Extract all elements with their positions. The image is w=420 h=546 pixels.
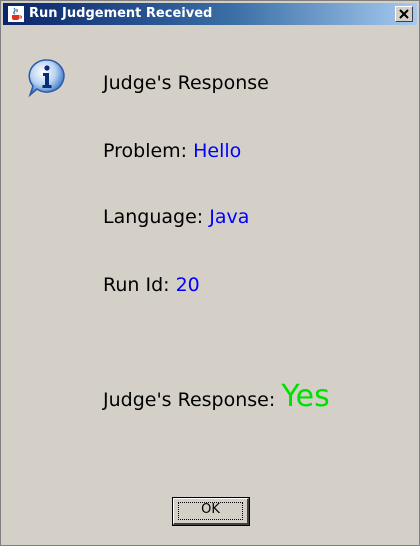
response-value: Yes <box>281 379 330 414</box>
problem-label: Problem: <box>103 140 188 162</box>
problem-row: Problem: Hello <box>103 139 241 163</box>
java-cup-icon <box>8 6 24 22</box>
close-button[interactable] <box>395 6 413 22</box>
focus-ring <box>178 502 243 520</box>
info-icon <box>28 59 65 98</box>
run-id-value: 20 <box>175 274 200 296</box>
language-value: Java <box>209 206 250 228</box>
response-row: Judge's Response: Yes <box>103 379 330 418</box>
language-row: Language: Java <box>103 205 249 229</box>
ok-button[interactable]: OK <box>172 497 250 526</box>
run-id-row: Run Id: 20 <box>103 273 200 297</box>
window-title: Run Judgement Received <box>29 6 213 21</box>
response-label: Judge's Response: <box>103 389 276 411</box>
dialog-window: Run Judgement Received Judge's Response … <box>0 0 420 546</box>
run-id-label: Run Id: <box>103 274 170 296</box>
heading-text: Judge's Response <box>103 72 269 94</box>
title-bar[interactable]: Run Judgement Received <box>3 3 417 25</box>
heading: Judge's Response <box>103 71 269 95</box>
problem-value: Hello <box>193 140 242 162</box>
close-icon <box>399 9 409 19</box>
language-label: Language: <box>103 206 204 228</box>
